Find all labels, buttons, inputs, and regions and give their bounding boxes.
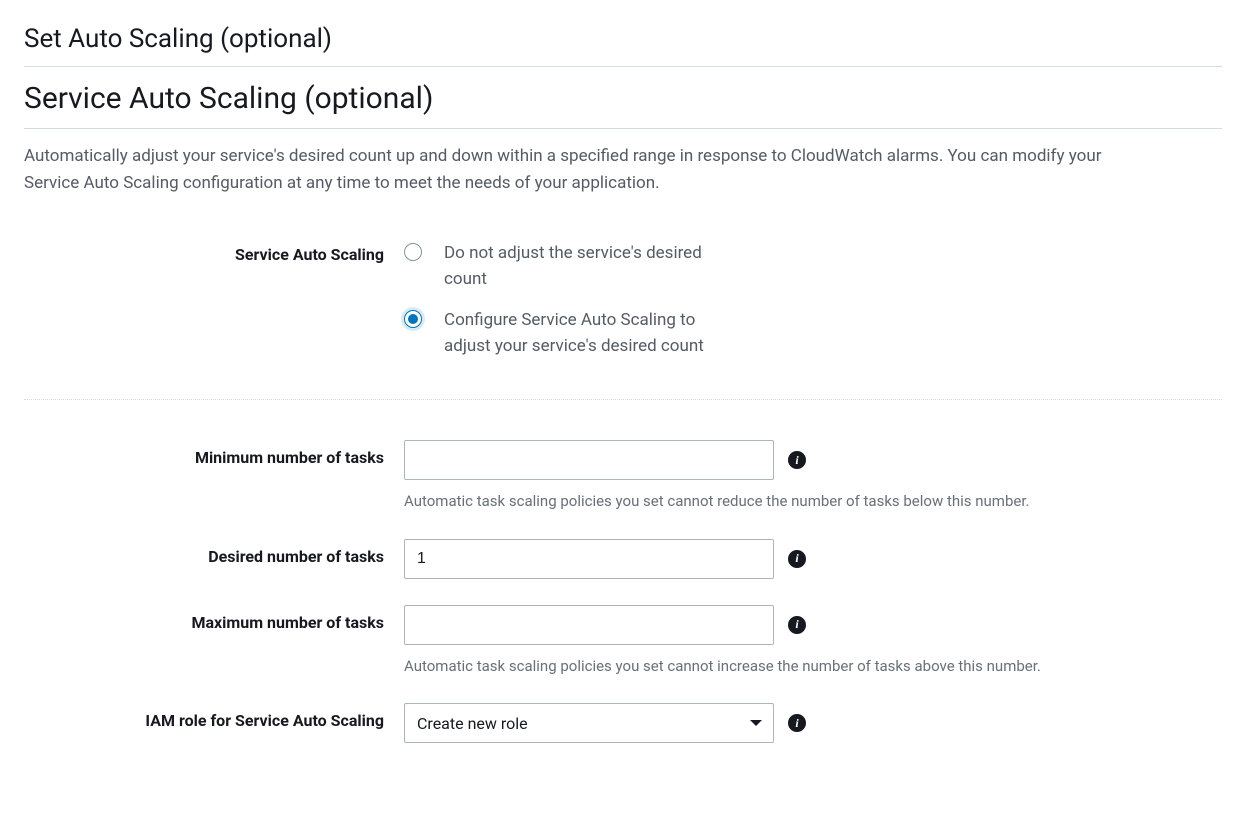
radio-button-icon xyxy=(404,243,422,261)
min-tasks-input[interactable] xyxy=(404,440,774,480)
info-icon[interactable]: i xyxy=(788,714,806,732)
row-iam-role: IAM role for Service Auto Scaling Create… xyxy=(24,703,1222,743)
row-desired-tasks: Desired number of tasks i xyxy=(24,539,1222,579)
row-max-tasks: Maximum number of tasks i Automatic task… xyxy=(24,605,1222,678)
row-min-tasks: Minimum number of tasks i Automatic task… xyxy=(24,440,1222,513)
label-iam-role: IAM role for Service Auto Scaling xyxy=(24,703,404,730)
section-description: Automatically adjust your service's desi… xyxy=(24,129,1124,207)
radio-label: Configure Service Auto Scaling to adjust… xyxy=(444,308,744,359)
desired-tasks-input[interactable] xyxy=(404,539,774,579)
form-area: Service Auto Scaling Do not adjust the s… xyxy=(24,207,1222,743)
radio-do-not-adjust[interactable]: Do not adjust the service's desired coun… xyxy=(404,241,1164,292)
radio-group-auto-scaling: Do not adjust the service's desired coun… xyxy=(404,237,1164,359)
label-max-tasks: Maximum number of tasks xyxy=(24,605,404,632)
dotted-divider xyxy=(24,399,1222,400)
help-min-tasks: Automatic task scaling policies you set … xyxy=(404,490,1164,513)
info-icon[interactable]: i xyxy=(788,616,806,634)
max-tasks-input[interactable] xyxy=(404,605,774,645)
info-icon[interactable]: i xyxy=(788,550,806,568)
iam-role-select-value: Create new role xyxy=(404,703,774,743)
radio-label: Do not adjust the service's desired coun… xyxy=(444,241,744,292)
radio-configure[interactable]: Configure Service Auto Scaling to adjust… xyxy=(404,308,1164,359)
page-title: Set Auto Scaling (optional) xyxy=(24,24,1222,66)
help-max-tasks: Automatic task scaling policies you set … xyxy=(404,655,1164,678)
label-min-tasks: Minimum number of tasks xyxy=(24,440,404,467)
radio-button-icon xyxy=(404,310,422,328)
row-service-auto-scaling: Service Auto Scaling Do not adjust the s… xyxy=(24,237,1222,359)
section-title: Service Auto Scaling (optional) xyxy=(24,67,1222,128)
iam-role-select[interactable]: Create new role xyxy=(404,703,774,743)
label-desired-tasks: Desired number of tasks xyxy=(24,539,404,566)
info-icon[interactable]: i xyxy=(788,451,806,469)
label-service-auto-scaling: Service Auto Scaling xyxy=(24,237,404,264)
